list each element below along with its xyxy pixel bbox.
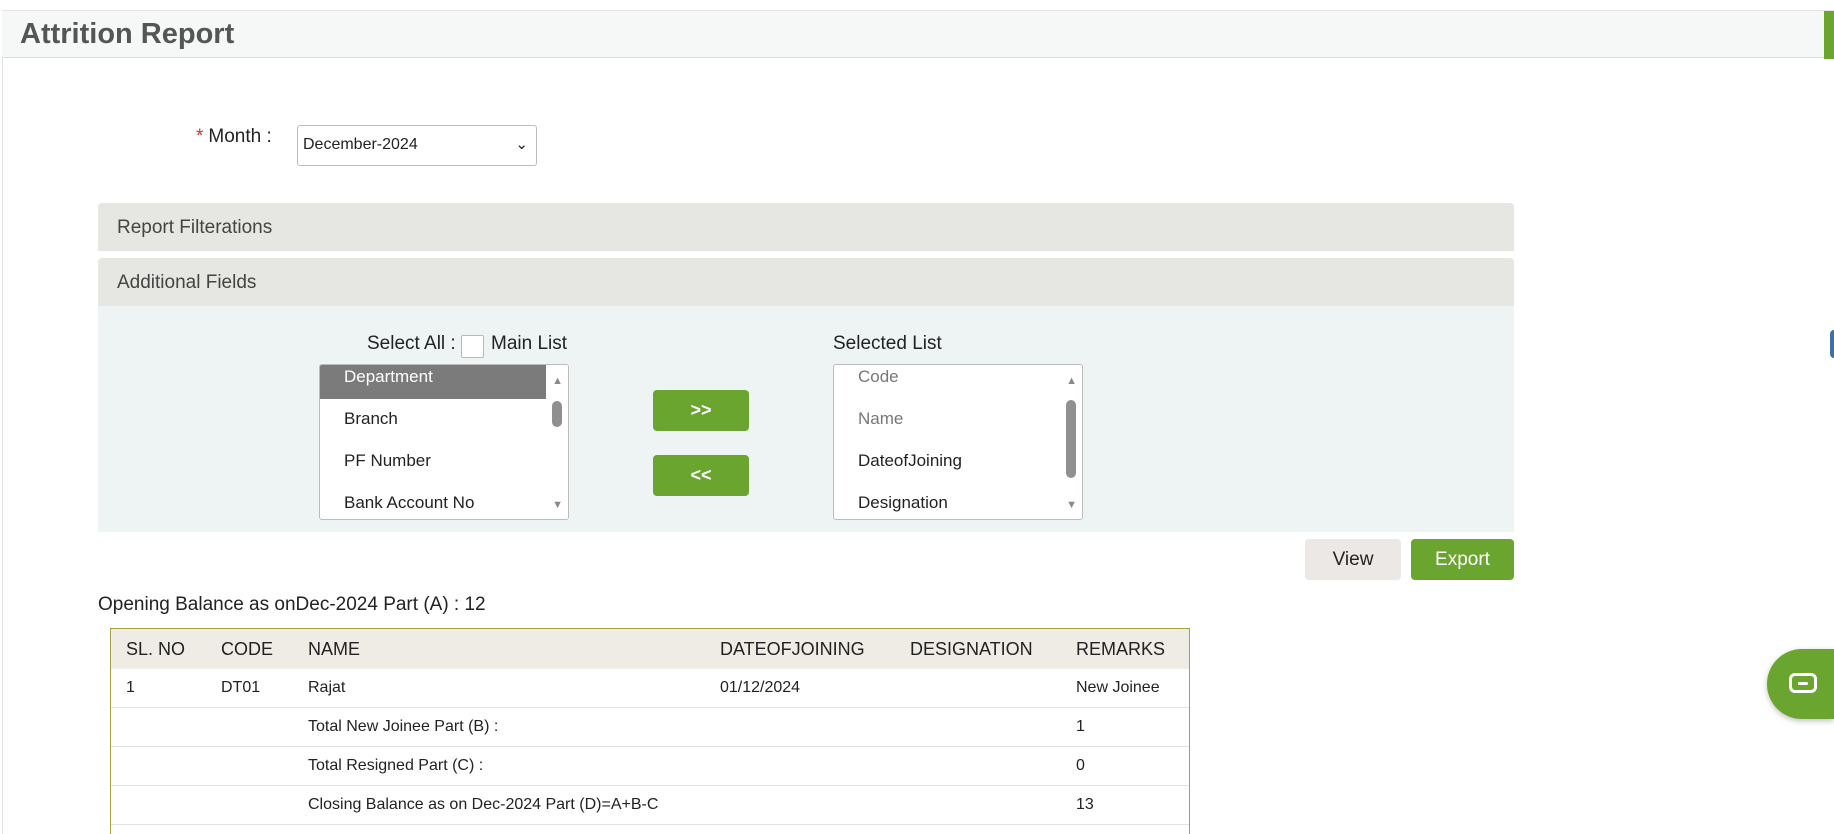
header-accent-bar xyxy=(1824,11,1834,59)
cell-sl-no: 1 xyxy=(126,679,135,696)
scroll-down-icon[interactable]: ▼ xyxy=(552,499,563,511)
selected-list-item[interactable]: Code xyxy=(834,365,1060,399)
cell-remarks: New Joinee xyxy=(1076,679,1160,696)
selected-list-item[interactable]: Designation xyxy=(834,483,1060,519)
content-left-border xyxy=(2,58,3,834)
scroll-thumb[interactable] xyxy=(552,401,562,427)
scroll-up-icon[interactable]: ▲ xyxy=(552,375,563,387)
table-row: 1 DT01 Rajat 01/12/2024 New Joinee xyxy=(111,669,1189,708)
column-header-dateofjoining: DATEOFJOINING xyxy=(720,639,865,659)
month-label-row: * Month : xyxy=(196,126,272,148)
summary-value: 1 xyxy=(1076,718,1085,735)
attrition-table: SL. NO CODE NAME DATEOFJOINING DESIGNATI… xyxy=(110,628,1190,834)
export-button[interactable]: Export xyxy=(1411,539,1514,580)
additional-fields-panel xyxy=(98,306,1514,532)
chat-button[interactable] xyxy=(1767,649,1834,719)
main-list-item[interactable]: Department xyxy=(320,365,546,399)
month-select-value: December-2024 xyxy=(303,136,418,153)
main-list-item[interactable]: Branch xyxy=(320,399,546,441)
scroll-thumb[interactable] xyxy=(1066,400,1076,478)
cell-dateofjoining: 01/12/2024 xyxy=(720,679,801,696)
required-mark: * xyxy=(196,126,204,147)
table-header: SL. NO CODE NAME DATEOFJOINING DESIGNATI… xyxy=(111,629,1189,669)
scroll-down-icon[interactable]: ▼ xyxy=(1066,499,1077,511)
move-left-button[interactable]: << xyxy=(653,455,749,496)
cell-name: Rajat xyxy=(308,679,346,696)
opening-balance-text: Opening Balance as onDec-2024 Part (A) :… xyxy=(98,594,486,615)
column-header-sl-no: SL. NO xyxy=(126,639,186,659)
page-header: Attrition Report xyxy=(2,10,1834,59)
report-filterations-section[interactable]: Report Filterations xyxy=(98,203,1514,251)
summary-label: Closing Balance as on Dec-2024 Part (D)=… xyxy=(308,796,659,813)
main-list-item[interactable]: Bank Account No xyxy=(320,483,546,519)
main-list-scrollbar[interactable]: ▲ ▼ xyxy=(546,365,568,519)
column-header-remarks: REMARKS xyxy=(1076,639,1166,659)
main-list-label: Main List xyxy=(491,333,568,354)
side-widget-tab[interactable] xyxy=(1830,330,1834,358)
main-list-item[interactable]: PF Number xyxy=(320,441,546,483)
view-button[interactable]: View xyxy=(1305,539,1401,580)
selected-list-item[interactable]: DateofJoining xyxy=(834,441,1060,483)
additional-fields-section[interactable]: Additional Fields xyxy=(98,258,1514,306)
summary-label: Total Resigned Part (C) : xyxy=(308,757,484,774)
scroll-up-icon[interactable]: ▲ xyxy=(1066,375,1077,387)
month-select[interactable]: December-2024 ⌄ xyxy=(297,125,537,166)
cell-code: DT01 xyxy=(221,679,261,696)
chat-icon xyxy=(1789,673,1817,693)
summary-row-closing-balance: Closing Balance as on Dec-2024 Part (D)=… xyxy=(111,786,1189,825)
summary-value: 13 xyxy=(1076,796,1094,813)
summary-row-resigned: Total Resigned Part (C) : 0 xyxy=(111,747,1189,786)
selected-list-label: Selected List xyxy=(833,333,942,354)
selected-list-box[interactable]: Code Name DateofJoining Designation ▲ ▼ xyxy=(833,364,1083,520)
select-all-label: Select All : xyxy=(367,333,456,354)
page-title: Attrition Report xyxy=(20,18,235,50)
column-header-code: CODE xyxy=(221,639,274,659)
move-right-button[interactable]: >> xyxy=(653,390,749,431)
summary-value: 0 xyxy=(1076,757,1085,774)
column-header-name: NAME xyxy=(308,639,361,659)
main-list-box[interactable]: Department Branch PF Number Bank Account… xyxy=(319,364,569,520)
summary-row-new-joinee: Total New Joinee Part (B) : 1 xyxy=(111,708,1189,747)
select-all-checkbox[interactable] xyxy=(461,335,484,358)
selected-list-item[interactable]: Name xyxy=(834,399,1060,441)
column-header-designation: DESIGNATION xyxy=(910,639,1033,659)
month-label: Month : xyxy=(208,126,272,147)
summary-label: Total New Joinee Part (B) : xyxy=(308,718,499,735)
selected-list-scrollbar[interactable]: ▲ ▼ xyxy=(1060,365,1082,519)
chevron-down-icon: ⌄ xyxy=(515,136,528,153)
